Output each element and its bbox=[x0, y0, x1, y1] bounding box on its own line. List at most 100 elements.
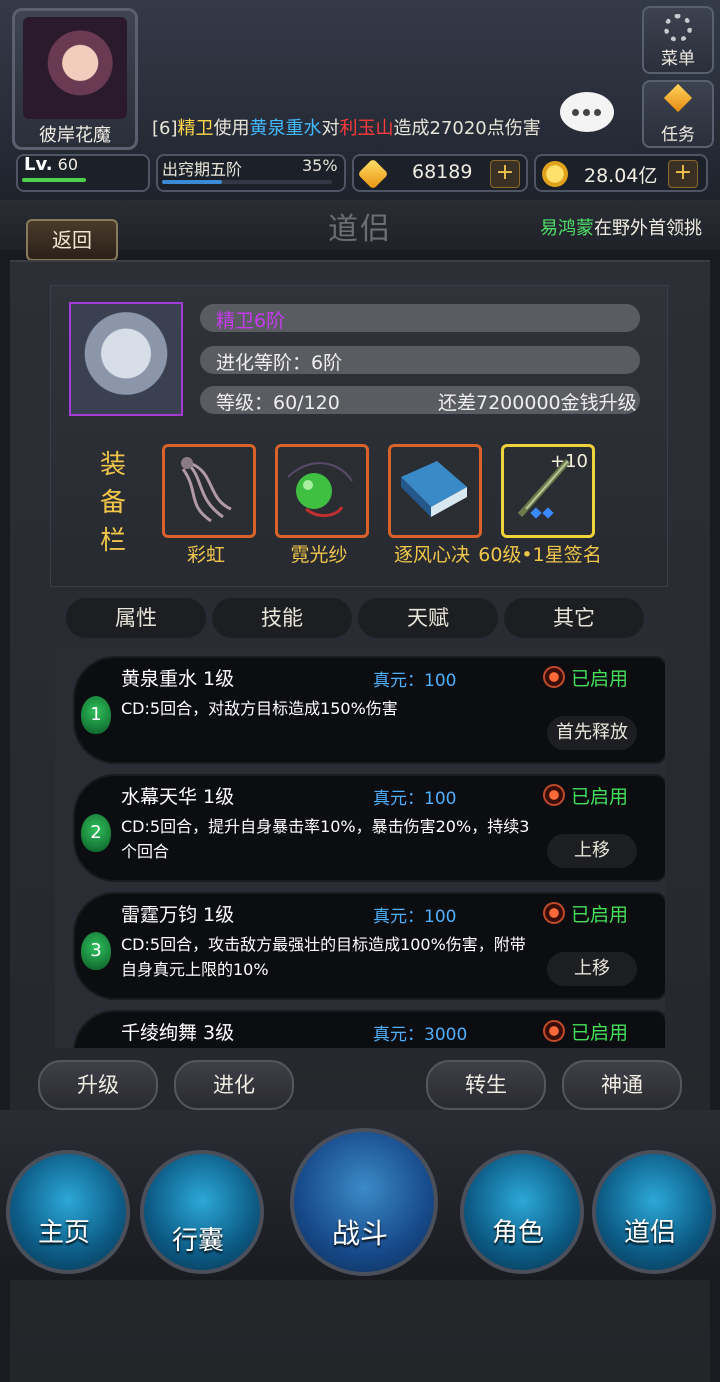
status-text: 已启用 bbox=[571, 904, 629, 926]
tab-talents[interactable]: 天赋 bbox=[358, 598, 498, 638]
equip-name: 60级•1星签名 bbox=[478, 544, 602, 566]
stage-label: 出窍期五阶 bbox=[162, 160, 243, 179]
tab-skills[interactable]: 技能 bbox=[212, 598, 352, 638]
level-label: Lv. bbox=[24, 154, 53, 175]
skill-card: 4 千绫绚舞 3级 真元：3000 已启用 bbox=[75, 1012, 665, 1048]
skill-name: 雷霆万钧 1级 bbox=[121, 904, 235, 926]
stage-bar-track bbox=[162, 180, 332, 184]
equip-slot-rainbow[interactable] bbox=[162, 444, 256, 538]
nav-battle[interactable] bbox=[290, 1128, 438, 1276]
skill-name: 千绫绚舞 3级 bbox=[121, 1022, 235, 1044]
skill-status[interactable]: 已启用 bbox=[543, 782, 628, 809]
tab-other[interactable]: 其它 bbox=[504, 598, 644, 638]
evolve-button[interactable]: 进化 bbox=[174, 1060, 294, 1110]
skill-status[interactable]: 已启用 bbox=[543, 664, 628, 691]
player-avatar[interactable]: 彼岸花魔 bbox=[12, 8, 138, 150]
skill-description: CD:5回合，攻击敌方最强壮的目标造成100%伤害，附带自身真元上限的10% bbox=[121, 935, 526, 979]
nav-bag-label: 行囊 bbox=[171, 1226, 224, 1256]
back-button[interactable]: 返回 bbox=[26, 219, 118, 261]
skill-status[interactable]: 已启用 bbox=[543, 900, 628, 927]
skill-card: 1 黄泉重水 1级 真元：100 CD:5回合，对敌方目标造成150%伤害 已启… bbox=[75, 658, 665, 762]
ticker-text: 在野外首领挑 bbox=[594, 218, 702, 239]
enhance-level: +10 bbox=[550, 451, 588, 472]
gem-count: 68189 bbox=[412, 161, 473, 183]
task-button[interactable]: 任务 bbox=[642, 80, 714, 148]
skill-card: 2 水幕天华 1级 真元：100 CD:5回合，提升自身暴击率10%，暴击伤害2… bbox=[75, 776, 665, 880]
reincarnate-button[interactable]: 转生 bbox=[426, 1060, 546, 1110]
skill-description: CD:5回合，对敌方目标造成150%伤害 bbox=[121, 699, 398, 718]
nav-battle-label: 战斗 bbox=[331, 1217, 388, 1250]
level-display: Lv. 60 bbox=[24, 154, 78, 175]
stage-bar-fill bbox=[162, 180, 222, 184]
nav-character-label: 角色 bbox=[491, 1218, 544, 1248]
equipment-label: 装 备 栏 bbox=[96, 446, 130, 560]
skill-number: 2 bbox=[81, 814, 111, 852]
stage-percent: 35% bbox=[302, 156, 338, 175]
companion-level: 等级：60/120 bbox=[216, 392, 340, 414]
whip-icon bbox=[181, 457, 232, 523]
enabled-icon bbox=[543, 902, 565, 924]
enabled-icon bbox=[543, 1020, 565, 1042]
move-up-button[interactable]: 上移 bbox=[547, 834, 637, 868]
upgrade-cost: 还差7200000金钱升级 bbox=[438, 392, 637, 414]
equip-name: 霓光纱 bbox=[290, 544, 348, 566]
gear-icon bbox=[664, 14, 692, 42]
nav-companion-label: 道侣 bbox=[623, 1218, 676, 1248]
skill-number: 3 bbox=[81, 932, 111, 970]
avatar-image bbox=[23, 17, 127, 119]
menu-button[interactable]: 菜单 bbox=[642, 6, 714, 74]
chat-actor: 精卫 bbox=[177, 118, 214, 139]
news-ticker: 易鸿蒙在野外首领挑 bbox=[540, 214, 702, 240]
book-icon bbox=[401, 461, 467, 517]
gold-coin-icon bbox=[542, 161, 568, 187]
skill-description: CD:5回合，提升自身暴击率10%，暴击伤害20%，持续3个回合 bbox=[121, 817, 530, 861]
companion-name: 精卫6阶 bbox=[216, 310, 286, 332]
skill-card: 3 雷霆万钧 1级 真元：100 CD:5回合，攻击敌方最强壮的目标造成100%… bbox=[75, 894, 665, 998]
diamond-task-icon bbox=[663, 83, 693, 113]
move-up-button[interactable]: 上移 bbox=[547, 952, 637, 986]
equip-slot-book[interactable] bbox=[388, 444, 482, 538]
equip-name: 彩虹 bbox=[186, 544, 225, 566]
status-text: 已启用 bbox=[571, 786, 629, 808]
chat-result: 造成27020点伤害 bbox=[393, 118, 541, 139]
skill-name: 水幕天华 1级 bbox=[121, 786, 235, 808]
chat-prep: 对 bbox=[321, 118, 340, 139]
chat-target: 利玉山 bbox=[339, 118, 394, 139]
status-text: 已启用 bbox=[571, 1022, 629, 1044]
chat-message[interactable]: [6]精卫使用黄泉重水对利玉山造成27020点伤害 bbox=[152, 114, 541, 140]
companion-name-row: 精卫6阶 bbox=[200, 304, 640, 332]
skill-status[interactable]: 已启用 bbox=[543, 1018, 628, 1045]
status-text: 已启用 bbox=[571, 668, 629, 690]
companion-portrait[interactable] bbox=[69, 302, 183, 416]
chat-prefix: [6] bbox=[152, 118, 178, 139]
task-label: 任务 bbox=[661, 125, 695, 145]
equip-label-char: 装 bbox=[99, 450, 126, 480]
enabled-icon bbox=[543, 784, 565, 806]
enabled-icon bbox=[543, 666, 565, 688]
equip-label-char: 备 bbox=[99, 488, 126, 518]
tab-attributes[interactable]: 属性 bbox=[66, 598, 206, 638]
skill-list[interactable]: 1 黄泉重水 1级 真元：100 CD:5回合，对敌方目标造成150%伤害 已启… bbox=[55, 648, 665, 1048]
skill-name: 黄泉重水 1级 bbox=[121, 668, 235, 690]
level-row: 等级：60/120 还差7200000金钱升级 bbox=[200, 386, 640, 414]
ticker-name: 易鸿蒙 bbox=[540, 218, 594, 239]
level-value: 60 bbox=[57, 155, 79, 174]
chat-verb: 使用 bbox=[213, 118, 250, 139]
skill-number: 1 bbox=[81, 696, 111, 734]
equip-slot-gauze[interactable] bbox=[275, 444, 369, 538]
cast-first-button[interactable]: 首先释放 bbox=[547, 716, 637, 750]
chat-skill: 黄泉重水 bbox=[249, 118, 322, 139]
evolve-text: 进化等阶：6阶 bbox=[216, 352, 343, 374]
page-title: 道侣 bbox=[328, 212, 392, 247]
skill-cost: 真元：3000 bbox=[373, 1025, 468, 1045]
equip-slot-signature[interactable]: +10 bbox=[501, 444, 595, 538]
chat-bubble-icon[interactable] bbox=[560, 92, 614, 132]
add-gold-button[interactable]: + bbox=[668, 160, 698, 188]
divine-power-button[interactable]: 神通 bbox=[562, 1060, 682, 1110]
equip-label-char: 栏 bbox=[99, 526, 126, 556]
menu-label: 菜单 bbox=[661, 49, 695, 69]
upgrade-button[interactable]: 升级 bbox=[38, 1060, 158, 1110]
add-gems-button[interactable]: + bbox=[490, 160, 520, 188]
level-bar bbox=[22, 178, 86, 182]
nav-home-label: 主页 bbox=[37, 1218, 90, 1248]
